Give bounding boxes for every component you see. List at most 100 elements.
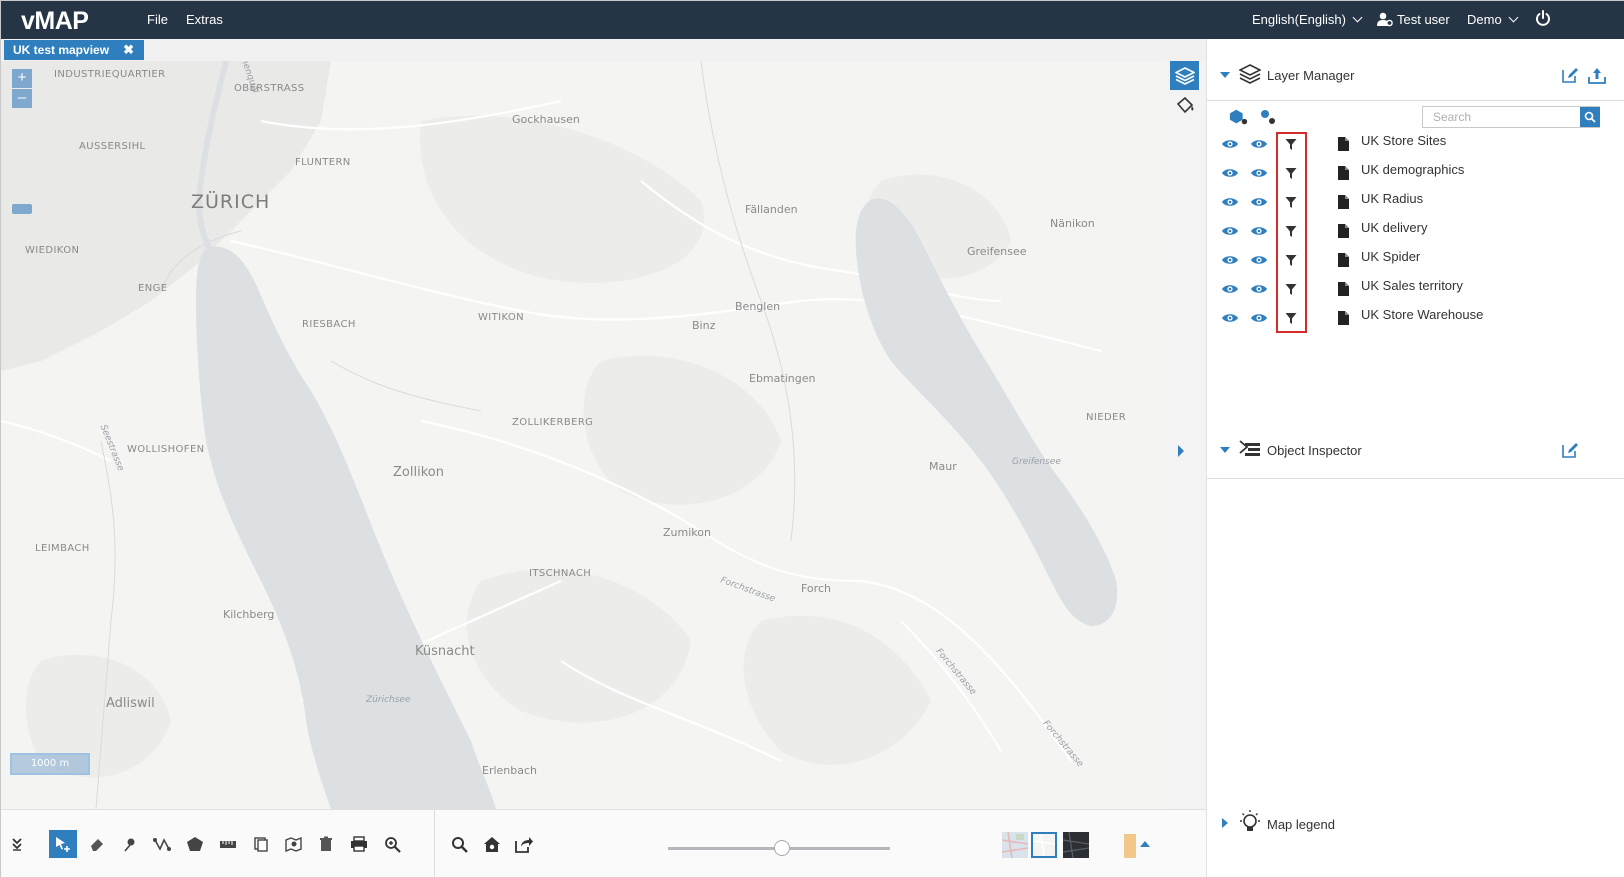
style-toggle-button[interactable] [1170, 91, 1199, 120]
filter-icon[interactable] [1281, 252, 1301, 268]
map-label: Forch [801, 582, 831, 595]
basemap-dark-option[interactable] [1062, 831, 1090, 859]
layers-toggle-button[interactable] [1170, 61, 1199, 90]
filter-icon[interactable] [1281, 223, 1301, 239]
selectable-eye-icon[interactable] [1249, 165, 1269, 181]
upload-layer-button[interactable] [1587, 65, 1607, 85]
layer-search-button[interactable] [1580, 107, 1600, 127]
account-dropdown[interactable]: Demo [1467, 12, 1519, 27]
selectable-eye-icon[interactable] [1249, 223, 1269, 239]
layer-row[interactable]: UK Sales territory [1207, 275, 1624, 304]
basemap-color-option[interactable] [1001, 831, 1029, 859]
visibility-eye-icon[interactable] [1220, 165, 1240, 181]
basemap-light-option[interactable] [1031, 832, 1057, 858]
language-dropdown[interactable]: English(English) [1252, 12, 1363, 27]
share-button[interactable] [510, 830, 538, 858]
ruler-icon [220, 841, 236, 848]
layer-row[interactable]: UK delivery [1207, 217, 1624, 246]
layer-row[interactable]: UK Store Sites [1207, 130, 1624, 159]
toolbar-collapse-button[interactable] [3, 830, 31, 858]
layer-name[interactable]: UK Spider [1361, 249, 1420, 264]
edit-geometry-button[interactable] [280, 830, 308, 858]
layer-row[interactable]: UK Spider [1207, 246, 1624, 275]
document-icon [1333, 281, 1353, 297]
chevron-down-icon [1508, 12, 1519, 23]
chevron-up-icon[interactable] [1140, 841, 1150, 847]
selectable-eye-icon[interactable] [1249, 252, 1269, 268]
map-label: Küsnacht [415, 644, 475, 659]
layer-name[interactable]: UK Radius [1361, 191, 1423, 206]
layer-name[interactable]: UK delivery [1361, 220, 1427, 235]
user-menu[interactable]: Test user [1377, 12, 1450, 27]
tab-mapview[interactable]: UK test mapview ✖ [4, 40, 144, 60]
filter-icon[interactable] [1281, 136, 1301, 152]
filter-icon[interactable] [1281, 165, 1301, 181]
menu-file[interactable]: File [147, 12, 168, 27]
visibility-eye-icon[interactable] [1220, 223, 1240, 239]
selectable-eye-icon[interactable] [1249, 310, 1269, 326]
copy-button[interactable] [247, 830, 275, 858]
layer-search-input[interactable]: Search [1422, 106, 1600, 128]
dark-map-thumbnail-icon [1062, 831, 1090, 859]
visibility-eye-icon[interactable] [1220, 252, 1240, 268]
measure-button[interactable] [214, 830, 242, 858]
select-tool-button[interactable] [49, 830, 77, 858]
search-map-button[interactable] [445, 830, 473, 858]
delete-button[interactable] [312, 830, 340, 858]
caret-down-icon[interactable] [1220, 447, 1230, 453]
menu-extras[interactable]: Extras [186, 12, 223, 27]
map-label: Erlenbach [482, 764, 538, 777]
visibility-eye-icon[interactable] [1220, 310, 1240, 326]
caret-right-icon[interactable] [1222, 818, 1228, 828]
add-group-button[interactable] [1259, 107, 1279, 127]
visibility-eye-icon[interactable] [1220, 194, 1240, 210]
edit-icon [1562, 443, 1578, 458]
zoom-in-button[interactable]: + [12, 69, 32, 88]
map-canvas[interactable]: INDUSTRIEQUARTIER OBERSTRASS Gockhausen … [1, 61, 1166, 809]
home-extent-button[interactable] [478, 830, 506, 858]
zoom-out-button[interactable]: – [12, 89, 32, 108]
layer-row[interactable]: UK Store Warehouse [1207, 304, 1624, 333]
layer-name[interactable]: UK Sales territory [1361, 278, 1463, 293]
filter-icon[interactable] [1281, 281, 1301, 297]
opacity-slider-thumb[interactable] [774, 840, 790, 856]
layer-manager-header[interactable]: Layer Manager [1207, 59, 1624, 99]
selectable-eye-icon[interactable] [1249, 136, 1269, 152]
object-inspector-header[interactable]: Object Inspector [1207, 435, 1624, 475]
layer-name[interactable]: UK Store Sites [1361, 133, 1446, 148]
logout-button[interactable] [1535, 10, 1551, 27]
edit-object-button[interactable] [1560, 440, 1580, 460]
map-label: Zollikon [393, 465, 444, 480]
draw-polygon-button[interactable] [181, 830, 209, 858]
filter-icon[interactable] [1281, 310, 1301, 326]
add-layer-button[interactable] [1229, 107, 1249, 127]
overlay-swatch[interactable] [1124, 834, 1136, 858]
visibility-eye-icon[interactable] [1220, 281, 1240, 297]
eraser-tool-button[interactable] [83, 830, 111, 858]
map-label: WOLLISHOFEN [127, 444, 205, 455]
map-label: FLUNTERN [295, 157, 351, 168]
collapse-panel-arrow-icon[interactable] [1178, 445, 1184, 457]
panel-rail [1166, 61, 1206, 809]
draw-line-button[interactable] [148, 830, 176, 858]
document-icon [1333, 252, 1353, 268]
map-legend-header[interactable]: Map legend [1207, 809, 1624, 849]
selectable-eye-icon[interactable] [1249, 194, 1269, 210]
printer-icon [351, 836, 367, 852]
layer-name[interactable]: UK Store Warehouse [1361, 307, 1483, 322]
layer-name[interactable]: UK demographics [1361, 162, 1464, 177]
layer-row[interactable]: UK Radius [1207, 188, 1624, 217]
layer-row[interactable]: UK demographics [1207, 159, 1624, 188]
filter-icon[interactable] [1281, 194, 1301, 210]
map-label: ITSCHNACH [529, 568, 592, 579]
selectable-eye-icon[interactable] [1249, 281, 1269, 297]
visibility-eye-icon[interactable] [1220, 136, 1240, 152]
caret-down-icon[interactable] [1220, 72, 1230, 78]
close-icon[interactable]: ✖ [123, 42, 134, 58]
draw-point-button[interactable] [116, 830, 144, 858]
edit-layers-button[interactable] [1560, 65, 1580, 85]
map-label: Gockhausen [512, 113, 580, 126]
zoom-level-indicator[interactable] [12, 204, 32, 214]
zoom-to-button[interactable] [378, 830, 406, 858]
print-button[interactable] [345, 830, 373, 858]
